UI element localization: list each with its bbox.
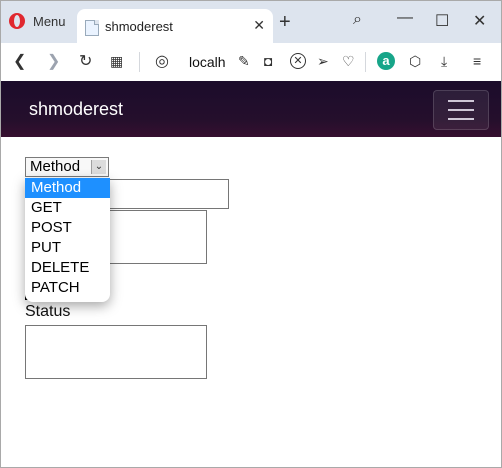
chevron-down-icon[interactable]: ⌄: [91, 160, 106, 174]
grid-icon[interactable]: ▦: [110, 53, 123, 70]
close-icon[interactable]: ✕: [473, 11, 486, 31]
download-icon[interactable]: ⤓: [441, 53, 447, 70]
edit-icon[interactable]: ✎: [238, 53, 250, 70]
heart-icon[interactable]: ♡: [342, 53, 355, 70]
menu-label: Menu: [33, 13, 66, 29]
forward-arrow-icon[interactable]: ❯: [47, 51, 60, 71]
block-icon[interactable]: ✕: [290, 53, 306, 69]
method-select-value: Method: [30, 158, 81, 175]
maximize-icon[interactable]: ☐: [435, 11, 449, 31]
opera-menu-button[interactable]: Menu: [9, 13, 66, 29]
status-textarea[interactable]: [25, 325, 207, 379]
plus-icon[interactable]: +: [279, 12, 291, 32]
method-select[interactable]: Method ⌄: [25, 157, 109, 177]
tab-close-icon[interactable]: ✕: [253, 18, 265, 32]
settings-icon[interactable]: ≡: [473, 53, 481, 69]
method-option-get[interactable]: GET: [25, 198, 110, 218]
url-field[interactable]: localh: [189, 54, 226, 70]
brand-title[interactable]: shmoderest: [29, 99, 123, 120]
navbar: shmoderest: [1, 81, 501, 137]
cube-icon[interactable]: ⬡: [409, 53, 421, 70]
method-dropdown-list: Method GET POST PUT DELETE PATCH: [25, 178, 110, 302]
status-label: Status: [25, 303, 71, 320]
back-arrow-icon[interactable]: ❮: [13, 51, 26, 71]
hamburger-line: [448, 118, 474, 120]
minimize-icon[interactable]: —: [397, 9, 413, 27]
method-option-method[interactable]: Method: [25, 178, 110, 198]
method-option-post[interactable]: POST: [25, 218, 110, 238]
hamburger-line: [448, 100, 474, 102]
page-icon: [85, 20, 99, 36]
page-content: shmoderest Method ⌄ Status Method GET PO…: [1, 81, 501, 467]
opera-logo-icon: [9, 13, 25, 29]
browser-tab[interactable]: shmoderest ✕: [77, 9, 273, 43]
method-option-delete[interactable]: DELETE: [25, 258, 110, 278]
browser-window: Menu shmoderest ✕ + ⌕ — ☐ ✕ ❮ ❯ ↻ ▦ ◎ lo…: [0, 0, 502, 468]
camera-icon[interactable]: ◘: [264, 53, 272, 69]
divider: [365, 52, 366, 72]
divider: [139, 52, 140, 72]
account-icon[interactable]: a: [377, 52, 395, 70]
globe-icon[interactable]: ◎: [155, 51, 169, 71]
send-icon[interactable]: ➢: [317, 53, 329, 70]
hamburger-line: [448, 109, 474, 111]
method-option-patch[interactable]: PATCH: [25, 278, 110, 298]
address-bar: ❮ ❯ ↻ ▦ ◎ localh ✎ ◘ ✕ ➢ ♡ a ⬡ ⤓ ≡: [1, 43, 501, 82]
tab-bar: Menu shmoderest ✕ + ⌕ — ☐ ✕: [1, 1, 501, 43]
navbar-toggle-button[interactable]: [433, 90, 489, 130]
reload-icon[interactable]: ↻: [79, 51, 92, 71]
search-icon[interactable]: ⌕: [353, 11, 362, 29]
tab-title: shmoderest: [105, 19, 173, 34]
method-option-put[interactable]: PUT: [25, 238, 110, 258]
